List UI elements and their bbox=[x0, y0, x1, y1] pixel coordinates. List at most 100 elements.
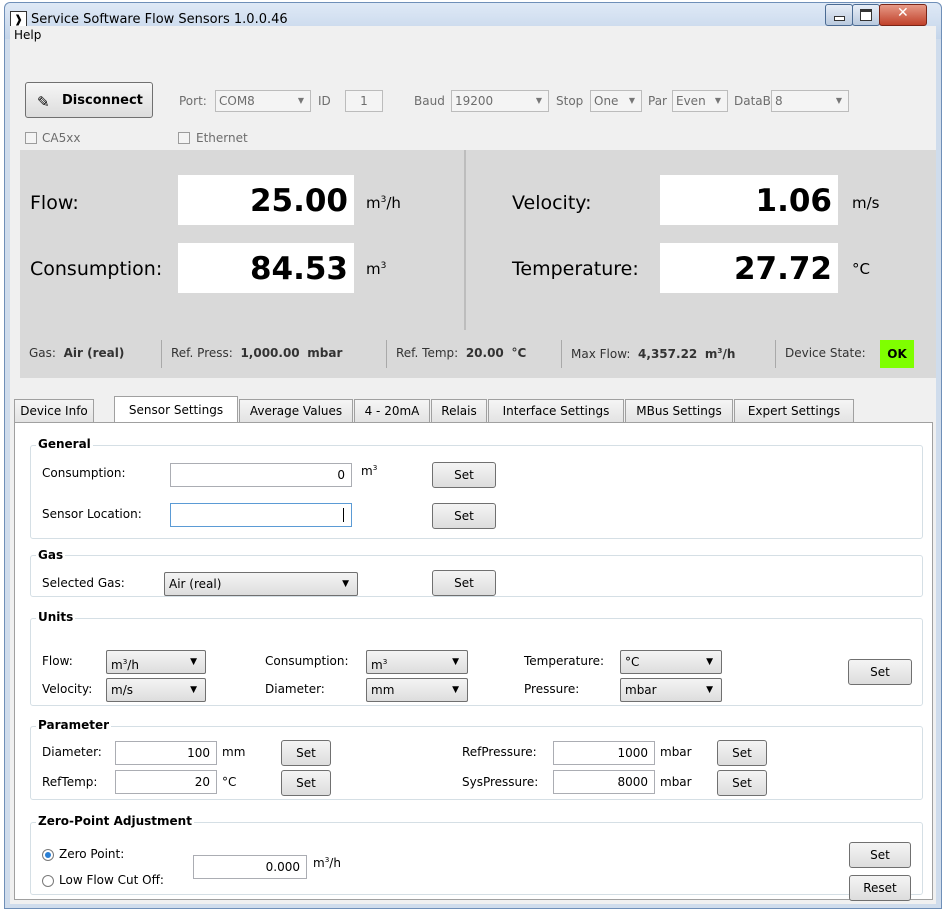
par-select[interactable]: Even ▼ bbox=[672, 90, 728, 112]
tab-sensor-settings[interactable]: Sensor Settings bbox=[114, 396, 238, 423]
units-set-button[interactable]: Set bbox=[848, 659, 912, 685]
zero-point-set-button[interactable]: Set bbox=[849, 842, 911, 868]
temperature-unit-value: °C bbox=[625, 655, 640, 669]
datab-label: DataB bbox=[734, 94, 771, 108]
selected-gas-label: Selected Gas: bbox=[42, 576, 125, 590]
gas-select-value: Air (real) bbox=[169, 577, 222, 591]
general-consumption-label: Consumption: bbox=[42, 466, 126, 480]
ref-press-info: Ref. Press: 1,000.00 mbar bbox=[171, 346, 343, 360]
zero-point-label: Zero Point: bbox=[59, 847, 125, 861]
velocity-unit-select[interactable]: m/s ▼ bbox=[106, 678, 206, 702]
ca5xx-checkbox[interactable] bbox=[25, 132, 37, 144]
ref-temp-info: Ref. Temp: 20.00 °C bbox=[396, 346, 527, 360]
ethernet-checkbox[interactable] bbox=[178, 132, 190, 144]
velocity-display: 1.06 bbox=[660, 175, 838, 225]
param-reftemp-unit: °C bbox=[222, 775, 237, 789]
text-caret bbox=[343, 508, 344, 522]
tab-average-values[interactable]: Average Values bbox=[239, 399, 353, 422]
consumption-unit-value: m3 bbox=[371, 657, 388, 672]
units-pressure-label: Pressure: bbox=[524, 682, 580, 696]
syspressure-set-button[interactable]: Set bbox=[717, 770, 767, 796]
zero-point-radio[interactable] bbox=[42, 849, 54, 861]
tab-4-20ma[interactable]: 4 - 20mA bbox=[354, 399, 430, 422]
flow-display: 25.00 bbox=[178, 175, 354, 225]
refpressure-input[interactable]: 1000 bbox=[553, 741, 655, 765]
tab-device-info[interactable]: Device Info bbox=[14, 399, 94, 422]
minimize-button[interactable] bbox=[825, 4, 853, 26]
tab-interface-settings[interactable]: Interface Settings bbox=[488, 399, 624, 422]
velocity-value: 1.06 bbox=[755, 183, 833, 219]
zero-point-title: Zero-Point Adjustment bbox=[36, 814, 194, 828]
chevron-down-icon: ▼ bbox=[190, 657, 197, 667]
disconnect-label: Disconnect bbox=[62, 93, 143, 108]
location-set-button[interactable]: Set bbox=[432, 503, 496, 529]
baud-value: 19200 bbox=[455, 94, 494, 108]
temperature-display: 27.72 bbox=[660, 243, 838, 293]
syspressure-input[interactable]: 8000 bbox=[553, 770, 655, 794]
reftemp-input[interactable]: 20 bbox=[115, 770, 217, 794]
diameter-set-button[interactable]: Set bbox=[281, 740, 331, 766]
device-state-badge: OK bbox=[880, 340, 914, 368]
baud-select[interactable]: 19200 ▼ bbox=[451, 90, 549, 112]
reftemp-set-button[interactable]: Set bbox=[281, 770, 331, 796]
pressure-unit-value: mbar bbox=[625, 683, 657, 697]
chevron-down-icon: ▼ bbox=[297, 96, 304, 105]
consumption-input[interactable]: 0 bbox=[170, 463, 352, 487]
consumption-display: 84.53 bbox=[178, 243, 354, 293]
gas-title: Gas bbox=[36, 548, 66, 562]
units-temperature-label: Temperature: bbox=[524, 654, 605, 668]
tab-expert-settings[interactable]: Expert Settings bbox=[734, 399, 854, 422]
disconnect-button[interactable]: ✎ Disconnect bbox=[25, 82, 153, 118]
stop-value: One bbox=[594, 94, 619, 108]
units-title: Units bbox=[36, 610, 76, 624]
chevron-down-icon: ▼ bbox=[535, 96, 542, 105]
consumption-unit: m3 bbox=[366, 260, 387, 278]
par-label: Par bbox=[648, 94, 667, 108]
datab-select[interactable]: 8 ▼ bbox=[771, 90, 849, 112]
temperature-unit-select[interactable]: °C ▼ bbox=[620, 650, 722, 674]
zero-point-unit: m3/h bbox=[313, 855, 341, 870]
param-refpressure-unit: mbar bbox=[660, 745, 692, 759]
close-button[interactable]: ✕ bbox=[879, 4, 927, 26]
plug-icon: ✎ bbox=[37, 93, 50, 111]
units-consumption-label: Consumption: bbox=[265, 654, 349, 668]
close-icon: ✕ bbox=[897, 5, 909, 21]
par-value: Even bbox=[676, 94, 706, 108]
gas-set-button[interactable]: Set bbox=[432, 570, 496, 596]
tab-relais[interactable]: Relais bbox=[431, 399, 487, 422]
diameter-unit-select[interactable]: mm ▼ bbox=[366, 678, 468, 702]
gas-select[interactable]: Air (real) ▼ bbox=[164, 572, 358, 596]
diameter-input[interactable]: 100 bbox=[115, 741, 217, 765]
low-flow-cutoff-radio[interactable] bbox=[42, 875, 54, 887]
stop-select[interactable]: One ▼ bbox=[590, 90, 642, 112]
flow-unit-select[interactable]: m3/h ▼ bbox=[106, 650, 206, 674]
menu-help[interactable]: Help bbox=[14, 28, 41, 42]
port-value: COM8 bbox=[219, 94, 255, 108]
flow-unit-value: m3/h bbox=[111, 657, 139, 672]
gas-info: Gas: Air (real) bbox=[29, 346, 125, 360]
device-state-label: Device State: bbox=[785, 346, 866, 360]
readout-panel: Flow: 25.00 m3/h Consumption: 84.53 m3 V… bbox=[20, 150, 936, 378]
sensor-location-input[interactable] bbox=[170, 503, 352, 527]
refpressure-set-button[interactable]: Set bbox=[717, 740, 767, 766]
info-bar: Gas: Air (real) Ref. Press: 1,000.00 mba… bbox=[20, 332, 936, 378]
id-field[interactable]: 1 bbox=[345, 90, 383, 112]
port-select[interactable]: COM8 ▼ bbox=[215, 90, 311, 112]
pressure-unit-select[interactable]: mbar ▼ bbox=[620, 678, 722, 702]
param-syspressure-label: SysPressure: bbox=[462, 775, 539, 789]
units-diameter-label: Diameter: bbox=[265, 682, 325, 696]
ca5xx-label: CA5xx bbox=[42, 131, 81, 145]
chevron-down-icon: ▼ bbox=[452, 657, 459, 667]
maximize-button[interactable] bbox=[852, 4, 880, 26]
tab-mbus-settings[interactable]: MBus Settings bbox=[625, 399, 733, 422]
zero-point-input[interactable]: 0.000 bbox=[193, 855, 307, 879]
minimize-icon bbox=[834, 16, 845, 21]
param-syspressure-unit: mbar bbox=[660, 775, 692, 789]
velocity-label: Velocity: bbox=[512, 192, 592, 214]
consumption-set-button[interactable]: Set bbox=[432, 462, 496, 488]
consumption-unit-select[interactable]: m3 ▼ bbox=[366, 650, 468, 674]
zero-point-reset-button[interactable]: Reset bbox=[849, 875, 911, 901]
velocity-unit: m/s bbox=[852, 194, 880, 212]
param-diameter-label: Diameter: bbox=[42, 745, 102, 759]
app-window: ❱ Service Software Flow Sensors 1.0.0.46… bbox=[4, 2, 942, 909]
